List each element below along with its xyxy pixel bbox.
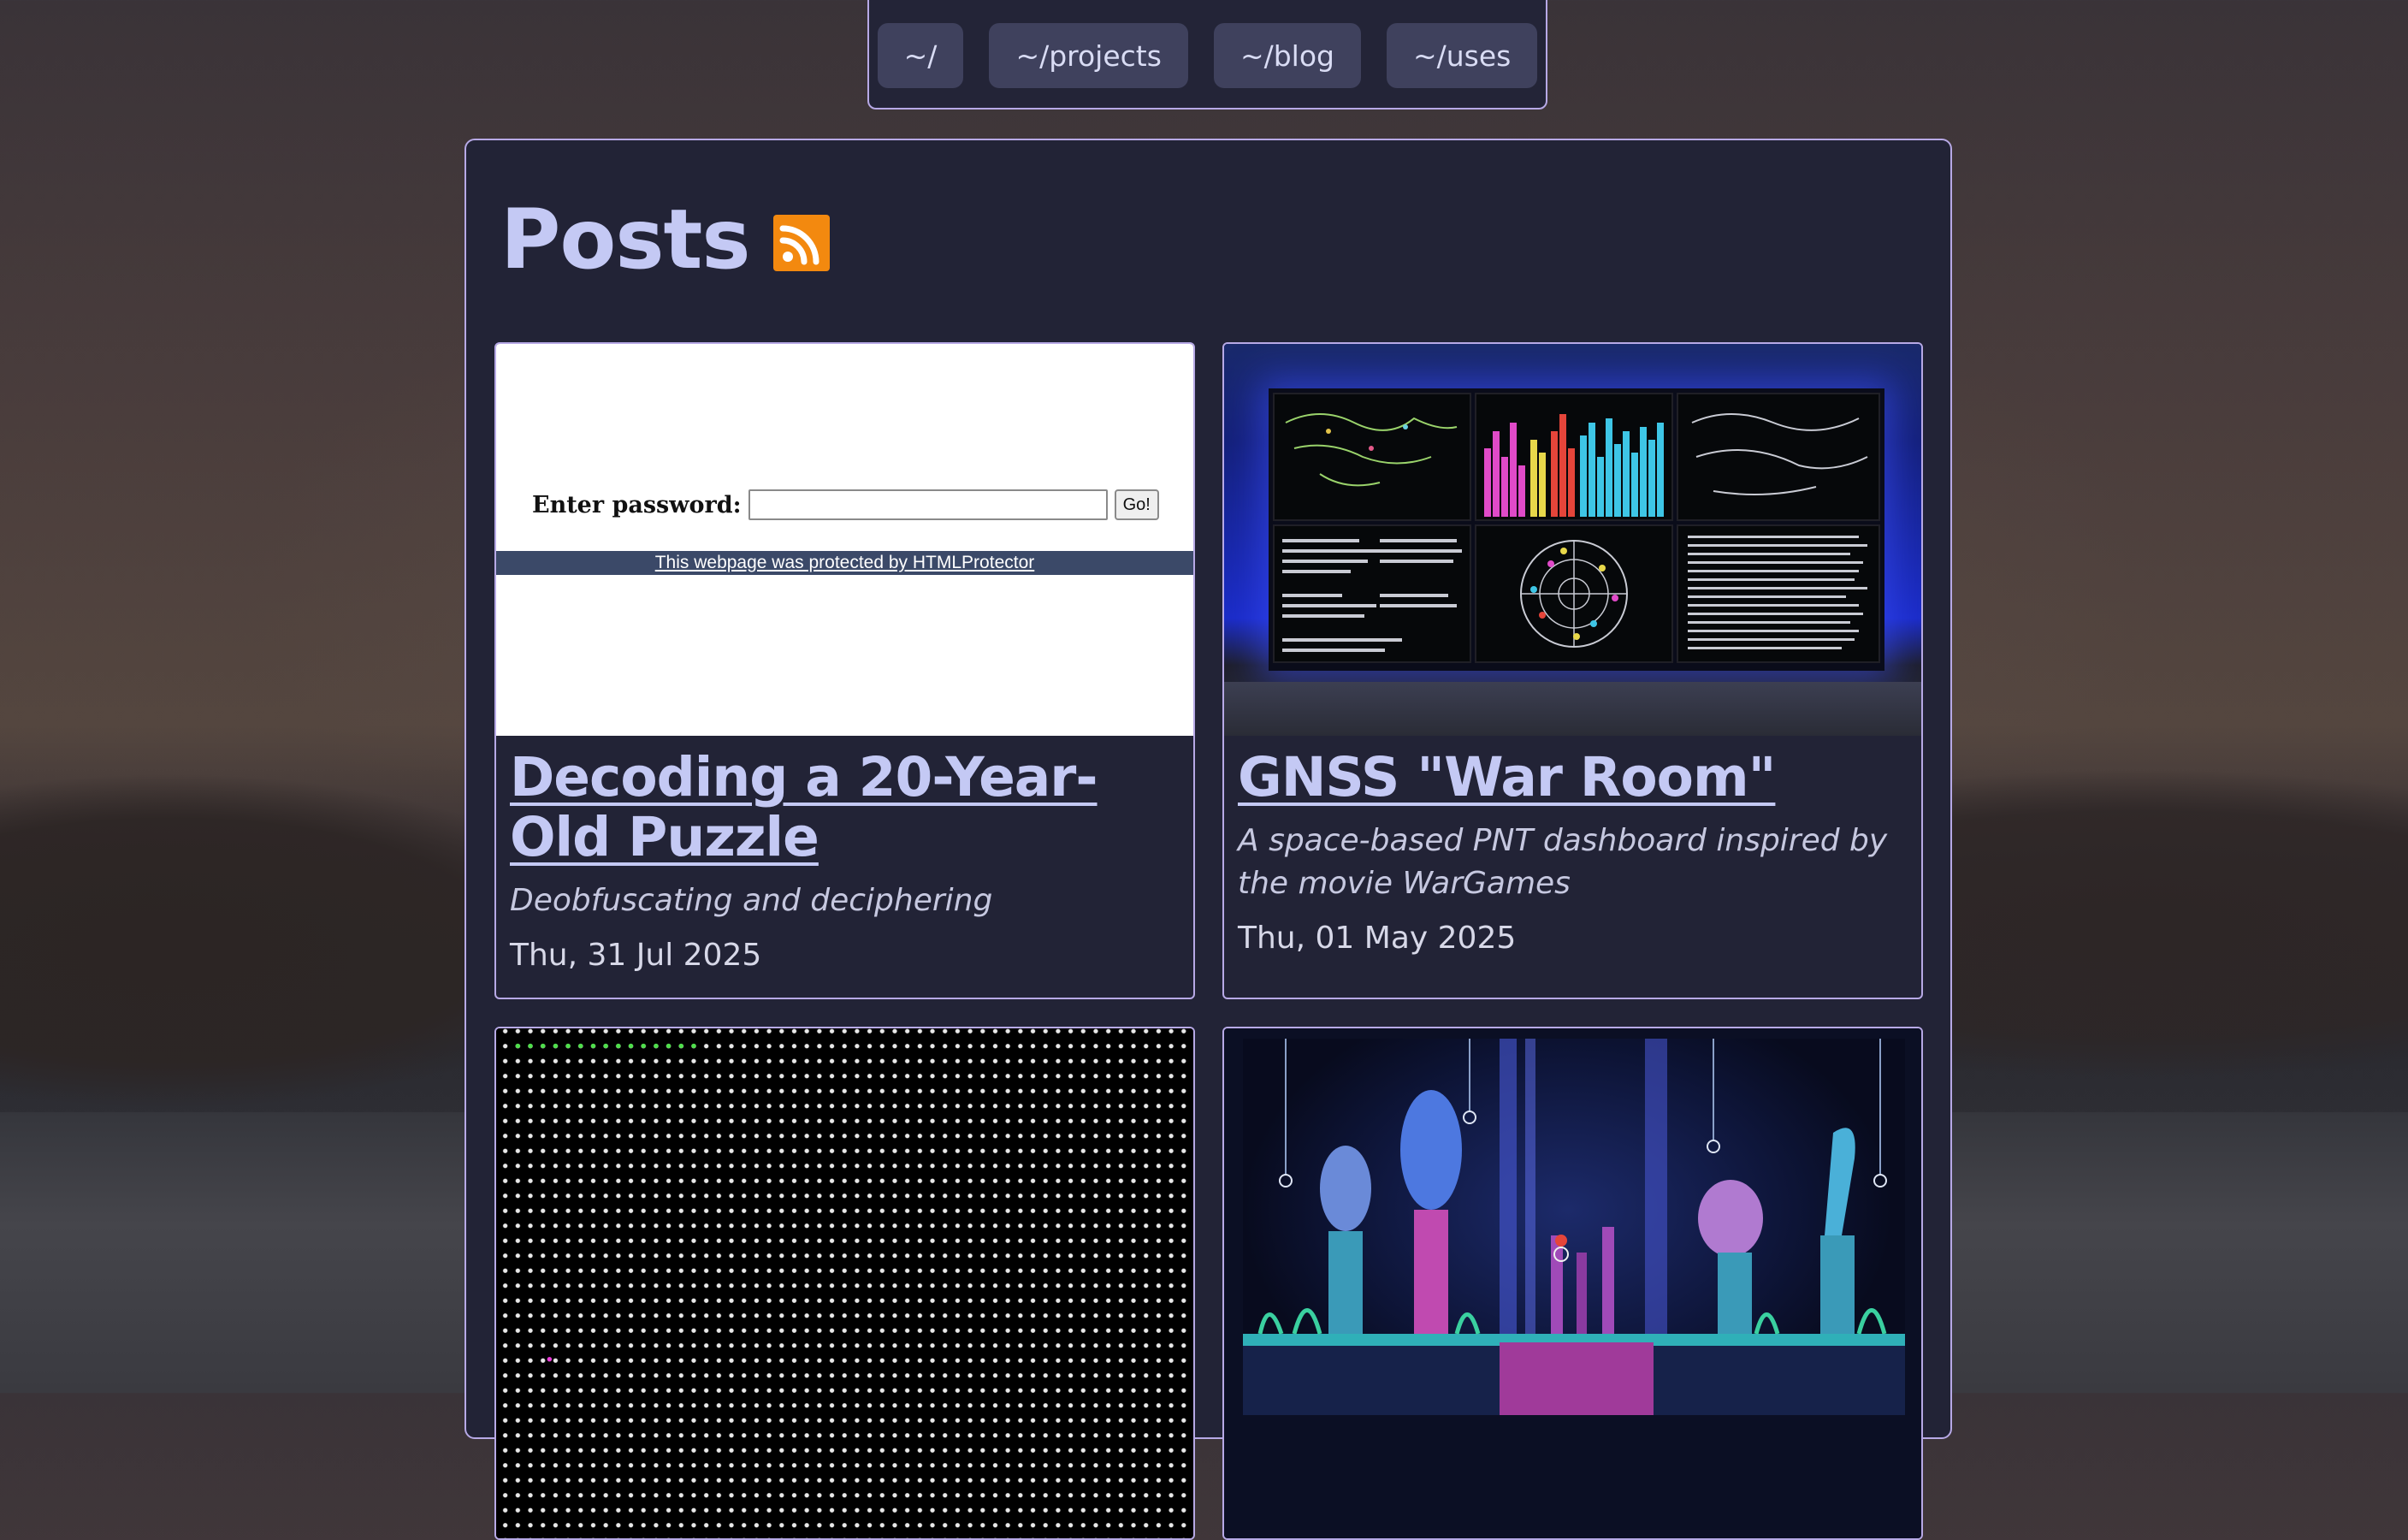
posts-panel: Posts Enter password: Go! This webpage w… xyxy=(464,139,1952,1540)
game-scene xyxy=(1243,1039,1905,1415)
top-nav: ~/ ~/projects ~/blog ~/uses xyxy=(867,0,1547,110)
go-button: Go! xyxy=(1114,489,1159,520)
desk-area xyxy=(1224,682,1921,736)
protector-banner: This webpage was protected by HTMLProtec… xyxy=(496,551,1193,575)
password-label: Enter password: xyxy=(532,491,742,518)
page-title: Posts xyxy=(500,192,750,287)
post-thumbnail xyxy=(496,1028,1193,1538)
nav-home-link[interactable]: ~/ xyxy=(877,23,964,88)
nav-uses-link[interactable]: ~/uses xyxy=(1386,23,1538,88)
posts-header: Posts xyxy=(500,192,831,287)
post-card-body: GNSS "War Room" A space-based PNT dashbo… xyxy=(1224,736,1921,975)
screen-wall xyxy=(1269,388,1884,671)
post-subtitle: Deobfuscating and deciphering xyxy=(510,883,993,918)
nav-projects-link[interactable]: ~/projects xyxy=(989,23,1188,88)
password-field xyxy=(748,489,1108,520)
post-title-link[interactable]: Decoding a 20-Year-Old Puzzle xyxy=(510,748,1180,868)
led-row-green xyxy=(512,1039,700,1053)
post-card-body: Decoding a 20-Year-Old Puzzle Deobfuscat… xyxy=(496,736,1193,992)
post-card[interactable] xyxy=(1222,1027,1923,1540)
post-card[interactable]: Enter password: Go! This webpage was pro… xyxy=(494,342,1195,999)
protector-banner-text: This webpage was protected by HTMLProtec… xyxy=(654,553,1035,572)
post-subtitle: A space-based PNT dashboard inspired by … xyxy=(1238,823,1888,901)
post-date: Thu, 31 Jul 2025 xyxy=(510,938,762,973)
nav-blog-link[interactable]: ~/blog xyxy=(1213,23,1361,88)
post-thumbnail: Enter password: Go! This webpage was pro… xyxy=(496,344,1193,736)
post-thumbnail xyxy=(1224,1028,1921,1538)
led-dot-pink xyxy=(543,1352,555,1366)
post-title-link[interactable]: GNSS "War Room" xyxy=(1238,748,1908,808)
post-thumbnail xyxy=(1224,344,1921,736)
post-card[interactable] xyxy=(494,1027,1195,1540)
rss-icon[interactable] xyxy=(773,215,831,271)
post-card[interactable]: GNSS "War Room" A space-based PNT dashbo… xyxy=(1222,342,1923,999)
password-form: Enter password: Go! xyxy=(532,489,1159,520)
post-date: Thu, 01 May 2025 xyxy=(1238,921,1517,956)
